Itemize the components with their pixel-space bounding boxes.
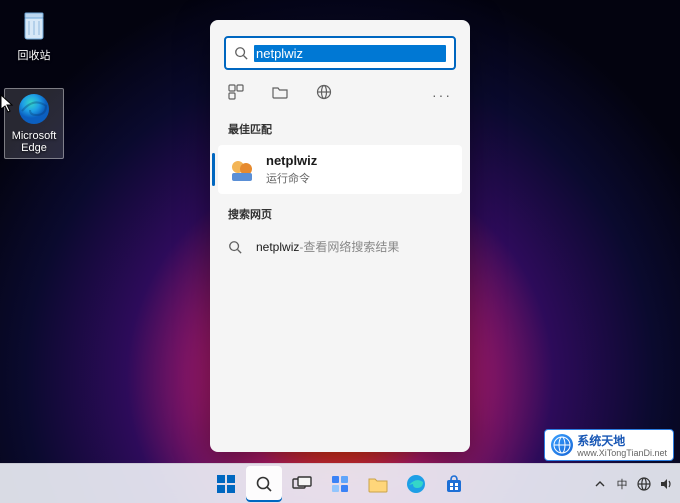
- taskbar-search-button[interactable]: [246, 466, 282, 502]
- recycle-bin-icon: [16, 8, 52, 44]
- tray-network-icon[interactable]: [636, 476, 652, 492]
- taskbar-explorer[interactable]: [360, 466, 396, 502]
- taskbar-store[interactable]: [436, 466, 472, 502]
- task-view-button[interactable]: [284, 466, 320, 502]
- widgets-button[interactable]: [322, 466, 358, 502]
- globe-icon: [551, 434, 573, 456]
- web-search-header: 搜索网页: [210, 200, 470, 230]
- start-button[interactable]: [208, 466, 244, 502]
- taskbar-edge[interactable]: [398, 466, 434, 502]
- search-filter-row: ···: [210, 70, 470, 115]
- tray-ime-button[interactable]: 中: [614, 476, 630, 492]
- taskbar: 中: [0, 463, 680, 503]
- desktop-icon-label: Microsoft Edge: [5, 130, 63, 154]
- web-result-query: netplwiz: [256, 240, 299, 254]
- watermark-title: 系统天地: [577, 434, 625, 448]
- best-match-subtitle: 运行命令: [266, 170, 317, 186]
- search-input[interactable]: [254, 45, 446, 62]
- run-command-icon: [228, 156, 256, 184]
- best-match-result[interactable]: netplwiz 运行命令: [218, 145, 462, 194]
- search-panel: ··· 最佳匹配 netplwiz 运行命令 搜索网页 netplwiz - 查…: [210, 20, 470, 452]
- best-match-title: netplwiz: [266, 153, 317, 168]
- search-icon: [234, 46, 248, 60]
- best-match-header: 最佳匹配: [210, 115, 470, 145]
- search-icon: [228, 240, 242, 254]
- cursor-icon: [0, 94, 14, 114]
- filter-web-icon[interactable]: [316, 84, 332, 105]
- tray-chevron-up-icon[interactable]: [592, 476, 608, 492]
- watermark: 系统天地 www.XiTongTianDi.net: [544, 429, 674, 461]
- filter-apps-icon[interactable]: [228, 84, 244, 105]
- web-result-hint: 查看网络搜索结果: [303, 238, 399, 255]
- web-search-result[interactable]: netplwiz - 查看网络搜索结果: [210, 230, 470, 263]
- filter-documents-icon[interactable]: [272, 85, 288, 104]
- desktop-icon-label: 回收站: [18, 47, 51, 63]
- watermark-url: www.XiTongTianDi.net: [577, 449, 667, 458]
- search-box[interactable]: [224, 36, 456, 70]
- edge-icon: [16, 91, 52, 127]
- desktop-icon-recycle-bin[interactable]: 回收站: [4, 8, 64, 63]
- filter-more-icon[interactable]: ···: [432, 87, 452, 103]
- tray-volume-icon[interactable]: [658, 476, 674, 492]
- desktop[interactable]: 回收站 Microsoft Edge ··· 最佳匹配: [0, 0, 680, 503]
